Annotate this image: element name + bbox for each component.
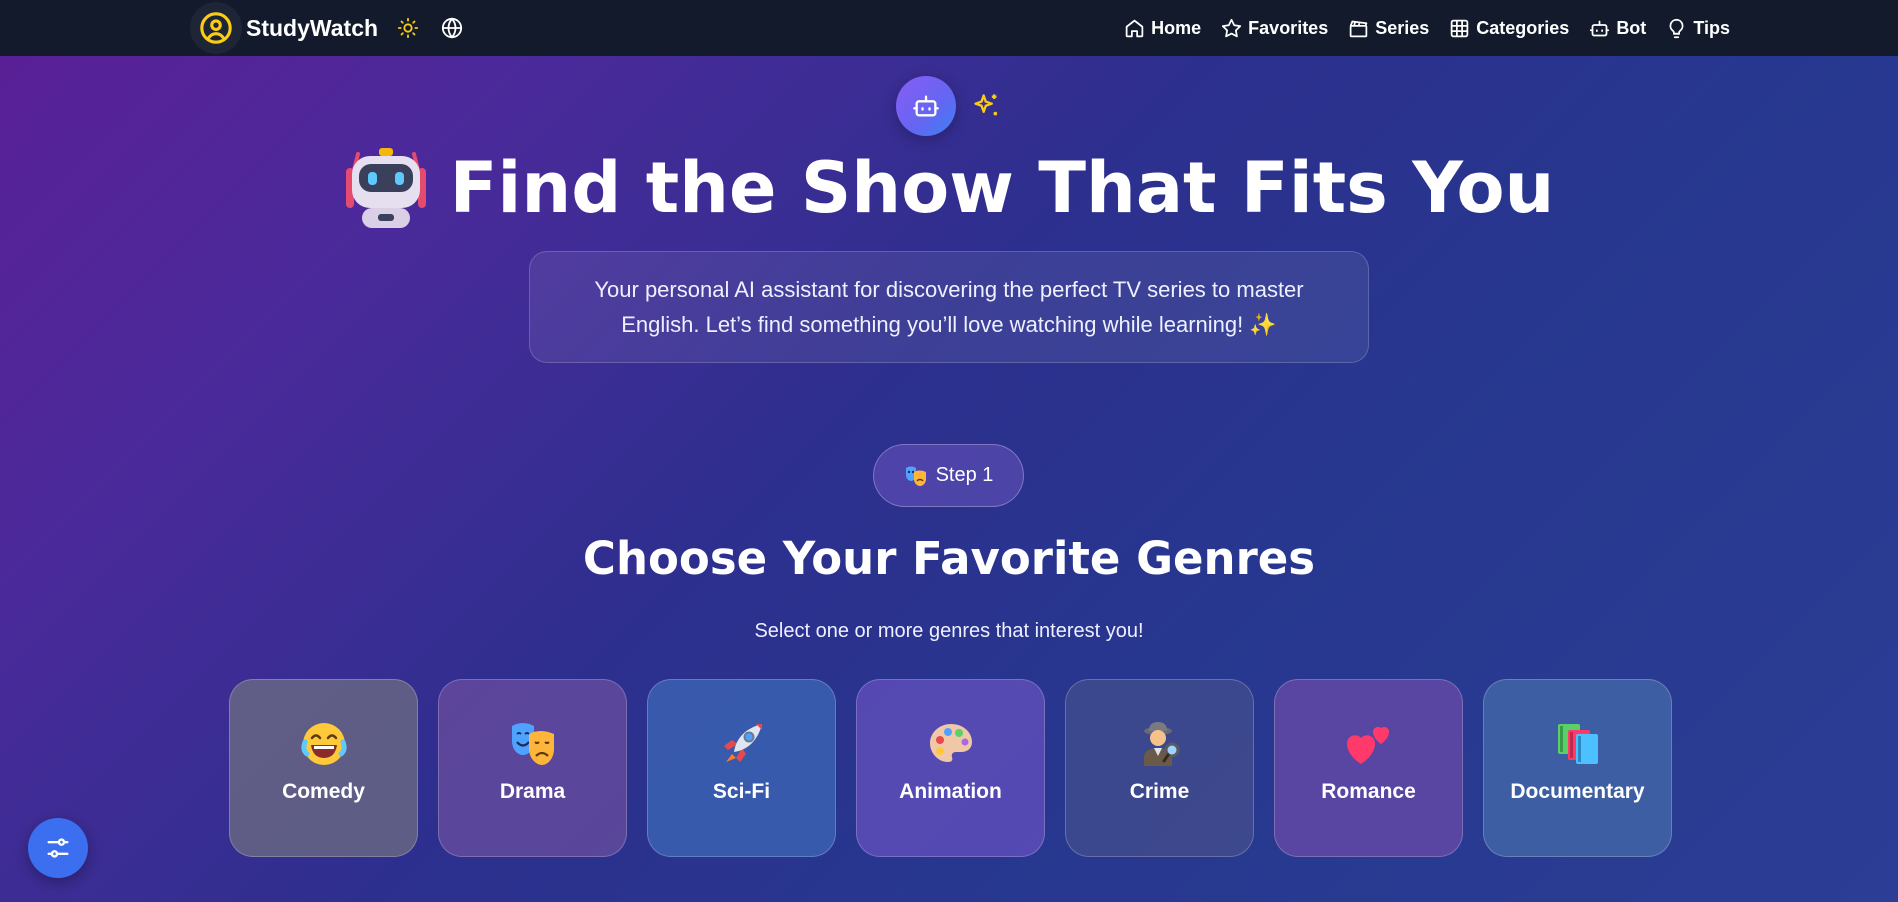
genre-card-documentary[interactable]: Documentary (1483, 679, 1672, 857)
nav-tips-label: Tips (1693, 17, 1730, 38)
home-icon (1125, 19, 1144, 37)
hero-description-card: Your personal AI assistant for discoveri… (529, 251, 1369, 363)
sparkles-icon (974, 94, 998, 116)
nav-favorites[interactable]: Favorites (1221, 18, 1328, 39)
genre-label: Sci-Fi (712, 780, 771, 803)
bot-icon (913, 95, 939, 117)
section-title: Choose Your Favorite Genres (582, 532, 1316, 585)
nav-series[interactable]: Series (1348, 18, 1429, 39)
two-hearts-icon (1345, 720, 1393, 768)
section-subtitle: Select one or more genres that interest … (754, 620, 1144, 642)
star-icon (1222, 18, 1242, 37)
nav-home-label: Home (1151, 17, 1202, 38)
genre-card-drama[interactable]: Drama (438, 679, 627, 857)
bot-avatar (896, 76, 956, 136)
top-navbar: StudyWatch Home Favorites Series Categor… (0, 0, 1898, 56)
hero-title-row: Find the Show That Fits You (0, 146, 1898, 230)
books-icon (1554, 720, 1602, 768)
nav-bot-label: Bot (1616, 17, 1647, 38)
robot-icon (345, 148, 426, 228)
genre-card-sci-fi[interactable]: Sci-Fi (647, 679, 836, 857)
sun-icon (397, 17, 419, 39)
brand[interactable]: StudyWatch (190, 0, 466, 56)
filters-fab-button[interactable] (28, 818, 88, 878)
genre-card-romance[interactable]: Romance (1274, 679, 1463, 857)
hero-badges (896, 76, 1000, 136)
nav-categories-label: Categories (1476, 17, 1570, 38)
genre-card-crime[interactable]: Crime (1065, 679, 1254, 857)
grid-icon (1451, 19, 1469, 37)
clapperboard-icon (1349, 20, 1368, 37)
nav-favorites-label: Favorites (1248, 17, 1329, 38)
genre-label: Romance (1321, 780, 1416, 803)
genre-label: Documentary (1510, 780, 1645, 803)
rocket-icon (718, 720, 766, 768)
user-circle-icon (190, 2, 242, 54)
nav-bot[interactable]: Bot (1589, 18, 1646, 39)
bot-icon (1590, 20, 1610, 36)
laughing-face-icon (300, 720, 348, 768)
lightbulb-icon (1669, 18, 1684, 38)
language-button[interactable] (438, 14, 466, 42)
globe-icon (441, 17, 463, 39)
nav-series-label: Series (1375, 17, 1430, 38)
step-label: Step 1 (935, 464, 994, 486)
genre-grid: Comedy Drama Sci-Fi Animation Crime Roma… (229, 679, 1672, 857)
theater-masks-icon (509, 720, 557, 768)
genre-card-animation[interactable]: Animation (856, 679, 1045, 857)
nav-tips[interactable]: Tips (1666, 18, 1730, 39)
genre-label: Animation (899, 780, 1002, 803)
nav-categories[interactable]: Categories (1449, 18, 1569, 39)
genre-label: Crime (1129, 780, 1190, 803)
palette-icon (927, 720, 975, 768)
sliders-icon (47, 838, 69, 858)
genre-label: Drama (499, 780, 566, 803)
genre-label: Comedy (282, 780, 365, 803)
genre-card-comedy[interactable]: Comedy (229, 679, 418, 857)
page-title: Find the Show That Fits You (449, 147, 1555, 229)
theater-masks-icon (905, 466, 926, 486)
brand-name: StudyWatch (246, 14, 379, 41)
detective-icon (1136, 720, 1184, 768)
step-badge: Step 1 (873, 444, 1024, 507)
hero-description: Your personal AI assistant for discoveri… (594, 277, 1304, 337)
nav-links: Home Favorites Series Categories Bot Tip… (1124, 0, 1730, 56)
theme-toggle-button[interactable] (394, 14, 422, 42)
nav-home[interactable]: Home (1124, 18, 1201, 39)
